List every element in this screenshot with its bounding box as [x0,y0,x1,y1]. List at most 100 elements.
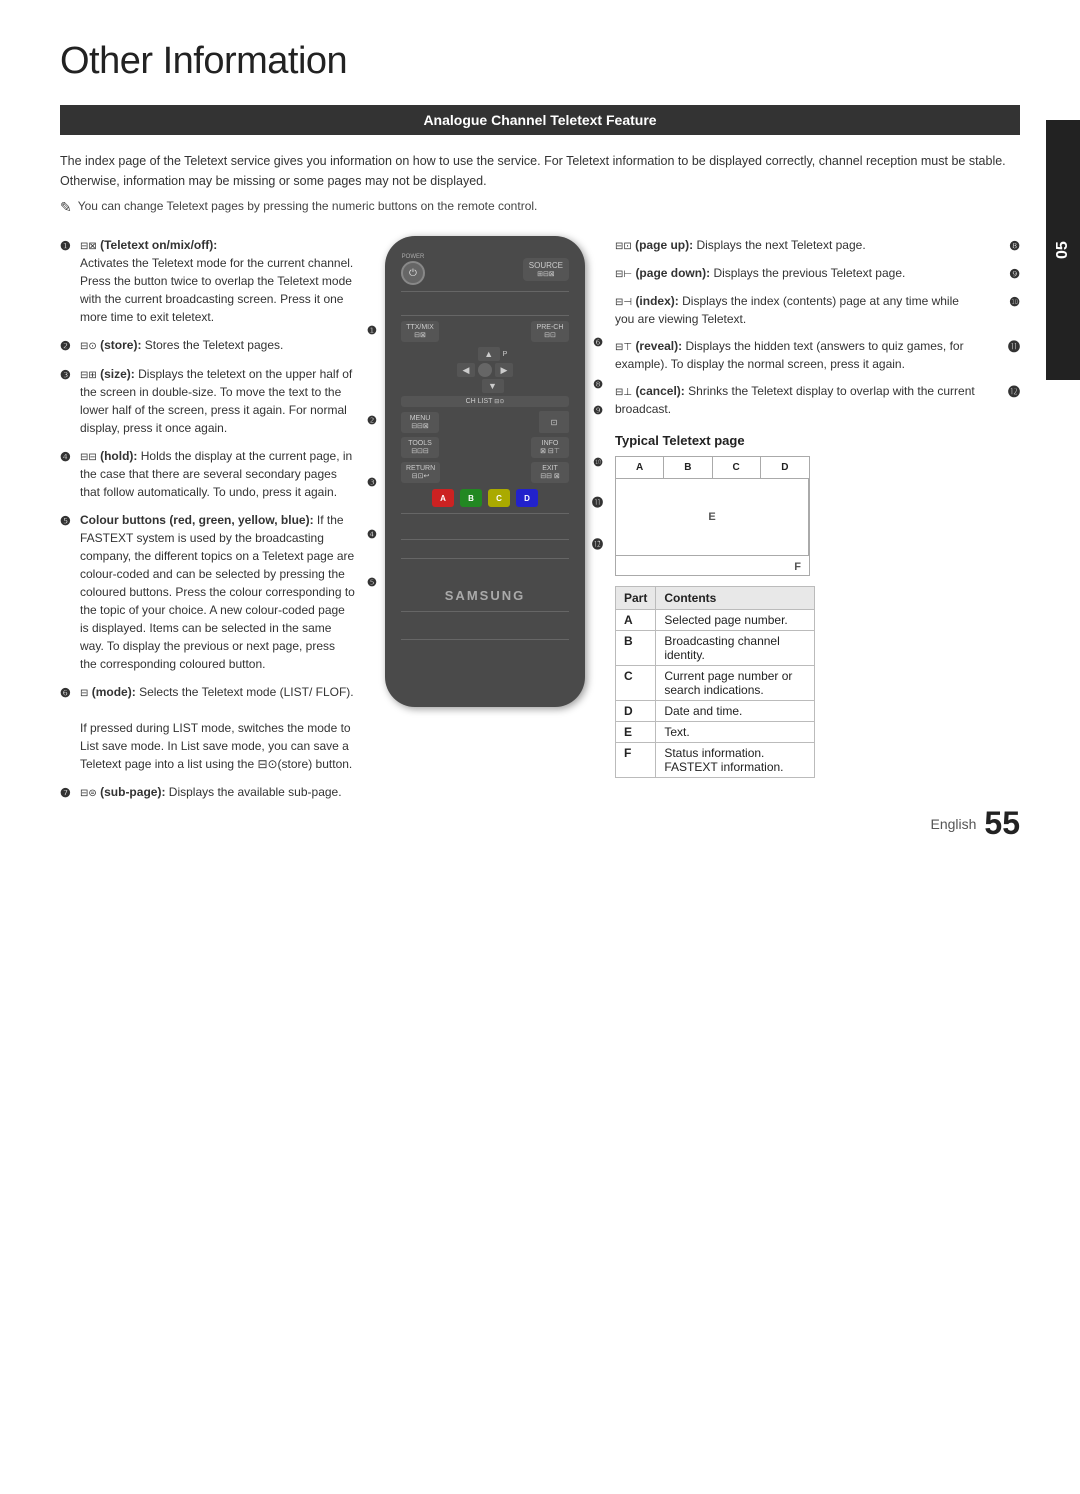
color-buttons-row: A B C D [401,489,569,507]
right-item-11: ⊟⊤ (reveal): Displays the hidden text (a… [615,337,1020,373]
text-5: If the FASTEXT system is used by the bro… [80,513,355,671]
num-10: ❿ [1002,293,1020,311]
label-9: (page down): [635,266,710,280]
teletext-bottom: F [616,555,809,577]
list-num-4: ❹ [60,448,76,466]
right-content-8: ⊟⊡ (page up): Displays the next Teletext… [615,236,978,254]
remote-label-12: ⓬ [592,536,603,552]
prech-button[interactable]: PRE-CH ⊟⊡ [531,321,569,342]
teletext-top-row: A B C D [616,457,809,479]
label-11: (reveal): [635,339,682,353]
label-10: (index): [635,294,678,308]
text-7: Displays the available sub-page. [169,785,342,799]
nav-up[interactable]: ▲ [478,347,500,361]
list-item-4: ❹ ⊟⊟ (hold): Holds the display at the cu… [60,447,355,501]
list-content-4: ⊟⊟ (hold): Holds the display at the curr… [80,447,355,501]
nav-left[interactable]: ◀ [457,363,475,377]
list-num-2: ❷ [60,337,76,355]
list-item-1: ❶ ⊟⊠ (Teletext on/mix/off): Activates th… [60,236,355,326]
source-button[interactable]: SOURCE ⊞⊟⊠ [523,258,569,281]
return-label: RETURN [406,465,435,472]
right-item-10: ⊟⊣ (index): Displays the index (contents… [615,292,1020,328]
num-11: ⓫ [1002,338,1020,356]
info-label: INFO [536,440,564,447]
teletext-cell-c: C [713,457,761,478]
list-content-3: ⊟⊞ (size): Displays the teletext on the … [80,365,355,437]
guide-button[interactable]: ⊡ [539,411,569,433]
ttxmix-button[interactable]: TTX/MIX ⊟⊠ [401,321,439,342]
info-button[interactable]: INFO ⊠ ⊟⊤ [531,437,569,458]
remote-wrapper: ❶ ❷ ❸ ❹ ❺ ❻ ❽ ❾ ❿ ⓫ ⓬ POWER ⏻ [385,236,585,707]
menu-icons: ⊟⊟⊠ [406,422,434,430]
color-btn-d[interactable]: D [516,489,538,507]
right-content-11: ⊟⊤ (reveal): Displays the hidden text (a… [615,337,978,373]
tools-label: TOOLS [406,440,434,447]
list-item-2: ❷ ⊟⊙ (store): Stores the Teletext pages. [60,336,355,355]
parts-header-part: Part [616,587,656,610]
label-3: (size): [100,367,135,381]
footer-language: English [930,816,976,832]
label-2: (store): [100,338,141,352]
exit-button[interactable]: EXIT ⊟⊟ ⊠ [531,462,569,483]
parts-table: Part Contents A Selected page number. B … [615,586,815,778]
list-num-5: ❺ [60,512,76,530]
contents-c: Current page number or search indication… [656,666,815,701]
chlist-button[interactable]: CH LIST ⊟⊙ [401,396,569,407]
remote-label-2: ❷ [367,414,377,427]
note-container: ✎ You can change Teletext pages by press… [60,199,1020,216]
tools-button[interactable]: TOOLS ⊟⊡⊟ [401,437,439,458]
section-header: Analogue Channel Teletext Feature [60,105,1020,135]
right-content-12: ⊟⊥ (cancel): Shrinks the Teletext displa… [615,382,978,418]
teletext-cell-e: E [616,479,809,555]
remote-label-3: ❸ [367,476,377,489]
list-content-6: ⊟ (mode): Selects the Teletext mode (LIS… [80,683,355,773]
source-icons: ⊞⊟⊠ [529,270,563,278]
power-label: POWER [401,254,425,260]
table-row: D Date and time. [616,701,815,722]
label-5: Colour buttons (red, green, yellow, blue… [80,513,314,527]
color-btn-b[interactable]: B [460,489,482,507]
label-7: (sub-page): [100,785,165,799]
chlist-label: CH LIST [466,398,493,405]
return-icons: ⊟⊡↩ [406,472,435,480]
list-num-7: ❼ [60,784,76,802]
table-row: E Text. [616,722,815,743]
color-btn-c[interactable]: C [488,489,510,507]
remote-label-6: ❻ [593,336,603,349]
chlist-area: CH LIST ⊟⊙ [401,396,569,407]
side-tab: 05 Other Information [1046,120,1080,380]
list-content-2: ⊟⊙ (store): Stores the Teletext pages. [80,336,355,354]
side-tab-number: 05 [1054,241,1072,259]
menu-button[interactable]: MENU ⊟⊟⊠ [401,412,439,433]
power-button[interactable]: ⏻ [401,261,425,285]
remote-label-10: ❿ [593,456,603,469]
right-column: ⊟⊡ (page up): Displays the next Teletext… [615,236,1020,812]
list-item-7: ❼ ⊟⊜ (sub-page): Displays the available … [60,783,355,802]
text-1: Activates the Teletext mode for the curr… [80,256,353,324]
nav-ok[interactable] [478,363,492,377]
num-9: ❾ [1002,265,1020,283]
nav-right[interactable]: ▶ [495,363,513,377]
exit-label: EXIT [536,465,564,472]
right-item-9: ⊟⊢ (page down): Displays the previous Te… [615,264,1020,283]
prech-icons: ⊟⊡ [536,331,564,339]
contents-b: Broadcasting channel identity. [656,631,815,666]
nav-down[interactable]: ▼ [482,379,504,393]
icon-11: ⊟⊤ [615,342,632,353]
list-content-5: Colour buttons (red, green, yellow, blue… [80,511,355,673]
color-btn-a[interactable]: A [432,489,454,507]
label-12: (cancel): [635,384,684,398]
return-button[interactable]: RETURN ⊟⊡↩ [401,462,440,483]
list-item-5: ❺ Colour buttons (red, green, yellow, bl… [60,511,355,673]
remote-label-9: ❾ [593,404,603,417]
text-6: Selects the Teletext mode (LIST/ FLOF). [139,685,354,699]
right-item-8: ⊟⊡ (page up): Displays the next Teletext… [615,236,1020,255]
remote-label-5: ❺ [367,576,377,589]
tools-icons: ⊟⊡⊟ [406,447,434,455]
right-content-9: ⊟⊢ (page down): Displays the previous Te… [615,264,978,282]
subtext-6: If pressed during LIST mode, switches th… [80,721,352,771]
info-icons: ⊠ ⊟⊤ [536,447,564,455]
remote-label-4: ❹ [367,528,377,541]
icon-3: ⊟⊞ [80,370,97,381]
icon-9: ⊟⊢ [615,269,632,280]
